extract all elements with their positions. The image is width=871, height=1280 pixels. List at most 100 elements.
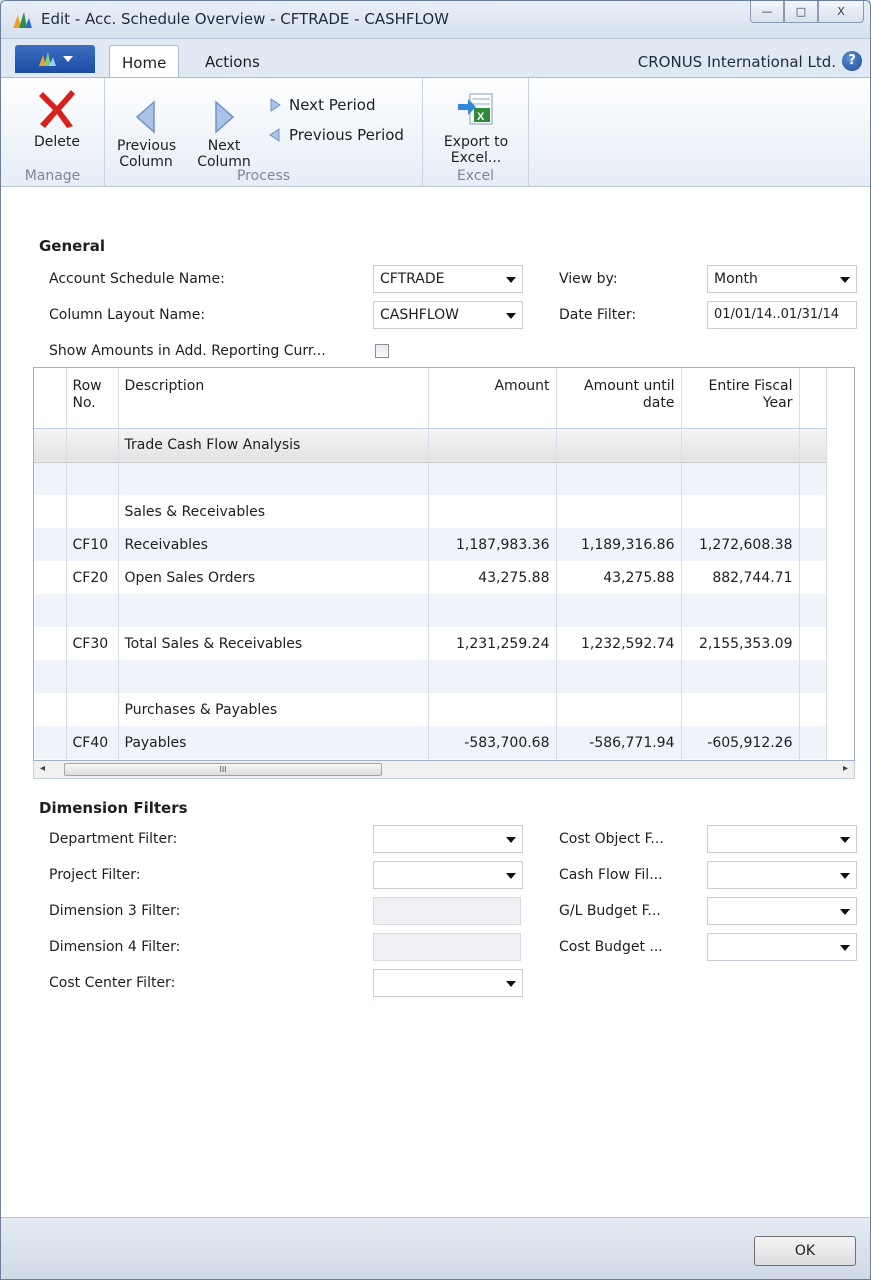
amount-cell[interactable] (428, 428, 557, 463)
amount-until-date-cell[interactable]: 43,275.88 (556, 561, 682, 594)
dropdown-arrow-icon[interactable] (506, 873, 516, 879)
project-filter-field[interactable] (373, 861, 523, 889)
entire-fiscal-year-cell[interactable] (681, 693, 800, 726)
description-cell[interactable]: Purchases & Payables (118, 693, 429, 726)
description-cell[interactable] (118, 594, 429, 627)
dropdown-arrow-icon[interactable] (840, 945, 850, 951)
table-row[interactable]: CF30 Total Sales & Receivables 1,231,259.2… (34, 627, 827, 660)
row-no-cell[interactable] (66, 693, 119, 726)
table-row[interactable]: CF20 Open Sales Orders 43,275.88 43,275.88 8… (34, 561, 827, 594)
help-icon[interactable]: ? (842, 51, 862, 71)
amount-cell[interactable] (428, 693, 557, 726)
amount-until-date-cell[interactable]: -586,771.94 (556, 726, 682, 759)
amount-until-date-cell[interactable] (556, 428, 682, 463)
account-schedule-name-field[interactable]: CFTRADE (373, 265, 523, 293)
amount-cell[interactable] (428, 660, 557, 693)
entire-fiscal-year-cell[interactable]: 1,272,608.38 (681, 528, 800, 561)
table-row[interactable] (34, 660, 827, 693)
row-no-cell[interactable]: CF10 (66, 528, 119, 561)
entire-fiscal-year-cell[interactable]: -605,912.26 (681, 726, 800, 759)
entire-fiscal-year-cell[interactable] (681, 428, 800, 463)
table-row[interactable]: CF40 Payables -583,700.68 -586,771.94 -605,9… (34, 726, 827, 759)
column-header-entire-fiscal-year[interactable]: Entire Fiscal Year (681, 368, 800, 429)
app-menu-button[interactable] (15, 45, 95, 73)
row-selector[interactable] (34, 528, 67, 561)
amount-cell[interactable] (428, 462, 557, 495)
description-cell[interactable]: Sales & Receivables (118, 495, 429, 528)
dropdown-arrow-icon[interactable] (506, 313, 516, 319)
row-selector[interactable] (34, 495, 67, 528)
scroll-thumb[interactable]: III (64, 763, 382, 776)
column-header-amount[interactable]: Amount (428, 368, 557, 429)
row-no-cell[interactable]: CF40 (66, 726, 119, 759)
row-selector[interactable] (34, 726, 67, 759)
table-row[interactable]: Sales & Receivables (34, 495, 827, 528)
entire-fiscal-year-cell[interactable] (681, 594, 800, 627)
description-cell[interactable]: Total Sales & Receivables (118, 627, 429, 660)
dropdown-arrow-icon[interactable] (840, 909, 850, 915)
row-selector[interactable] (34, 693, 67, 726)
description-cell[interactable] (118, 660, 429, 693)
table-row[interactable] (34, 462, 827, 495)
next-column-button[interactable]: Next Column (189, 100, 259, 170)
scroll-right-icon[interactable]: ▸ (843, 763, 848, 774)
row-no-cell[interactable] (66, 660, 119, 693)
column-layout-name-field[interactable]: CASHFLOW (373, 301, 523, 329)
dropdown-arrow-icon[interactable] (840, 837, 850, 843)
dropdown-arrow-icon[interactable] (506, 837, 516, 843)
row-selector[interactable] (34, 428, 67, 463)
delete-button[interactable]: Delete (29, 86, 85, 150)
minimize-button[interactable]: — (750, 1, 784, 23)
amount-cell[interactable]: 1,231,259.24 (428, 627, 557, 660)
show-amounts-checkbox[interactable] (375, 344, 389, 358)
dropdown-arrow-icon[interactable] (506, 277, 516, 283)
cash-flow-filter-field[interactable] (707, 861, 857, 889)
entire-fiscal-year-cell[interactable]: 2,155,353.09 (681, 627, 800, 660)
dropdown-arrow-icon[interactable] (840, 277, 850, 283)
tab-home[interactable]: Home (109, 45, 180, 77)
description-cell[interactable]: Receivables (118, 528, 429, 561)
amount-until-date-cell[interactable] (556, 462, 682, 495)
row-selector[interactable] (34, 561, 67, 594)
row-no-cell[interactable] (66, 495, 119, 528)
row-no-cell[interactable] (66, 594, 119, 627)
amount-until-date-cell[interactable]: 1,189,316.86 (556, 528, 682, 561)
department-filter-field[interactable] (373, 825, 523, 853)
amount-until-date-cell[interactable] (556, 660, 682, 693)
cost-object-filter-field[interactable] (707, 825, 857, 853)
amount-until-date-cell[interactable] (556, 594, 682, 627)
amount-cell[interactable]: -583,700.68 (428, 726, 557, 759)
description-cell[interactable]: Trade Cash Flow Analysis (118, 428, 429, 463)
column-header-description[interactable]: Description (118, 368, 429, 429)
amount-cell[interactable] (428, 495, 557, 528)
row-no-cell[interactable]: CF20 (66, 561, 119, 594)
horizontal-scrollbar[interactable]: ◂ III ▸ (33, 761, 855, 779)
description-cell[interactable]: Open Sales Orders (118, 561, 429, 594)
description-cell[interactable] (118, 462, 429, 495)
tab-actions[interactable]: Actions (193, 45, 272, 77)
table-row[interactable]: CF10 Receivables 1,187,983.36 1,189,316.86 1… (34, 528, 827, 561)
row-selector[interactable] (34, 660, 67, 693)
export-to-excel-button[interactable]: X Export to Excel... (437, 90, 515, 166)
amount-until-date-cell[interactable] (556, 693, 682, 726)
dropdown-arrow-icon[interactable] (506, 981, 516, 987)
next-period-button[interactable]: Next Period (269, 96, 375, 114)
entire-fiscal-year-cell[interactable] (681, 462, 800, 495)
scroll-left-icon[interactable]: ◂ (40, 763, 45, 774)
date-filter-input[interactable]: 01/01/14..01/31/14 (707, 301, 857, 329)
amount-until-date-cell[interactable] (556, 495, 682, 528)
row-no-cell[interactable]: CF30 (66, 627, 119, 660)
row-selector[interactable] (34, 462, 67, 495)
ok-button[interactable]: OK (754, 1236, 856, 1266)
row-no-cell[interactable] (66, 428, 119, 463)
view-by-field[interactable]: Month (707, 265, 857, 293)
close-button[interactable]: X (818, 1, 864, 23)
entire-fiscal-year-cell[interactable]: 882,744.71 (681, 561, 800, 594)
cost-budget-filter-field[interactable] (707, 933, 857, 961)
previous-period-button[interactable]: Previous Period (269, 126, 404, 144)
amount-cell[interactable]: 43,275.88 (428, 561, 557, 594)
entire-fiscal-year-cell[interactable] (681, 660, 800, 693)
column-header-amount-until-date[interactable]: Amount until date (556, 368, 682, 429)
row-no-cell[interactable] (66, 462, 119, 495)
dropdown-arrow-icon[interactable] (840, 873, 850, 879)
